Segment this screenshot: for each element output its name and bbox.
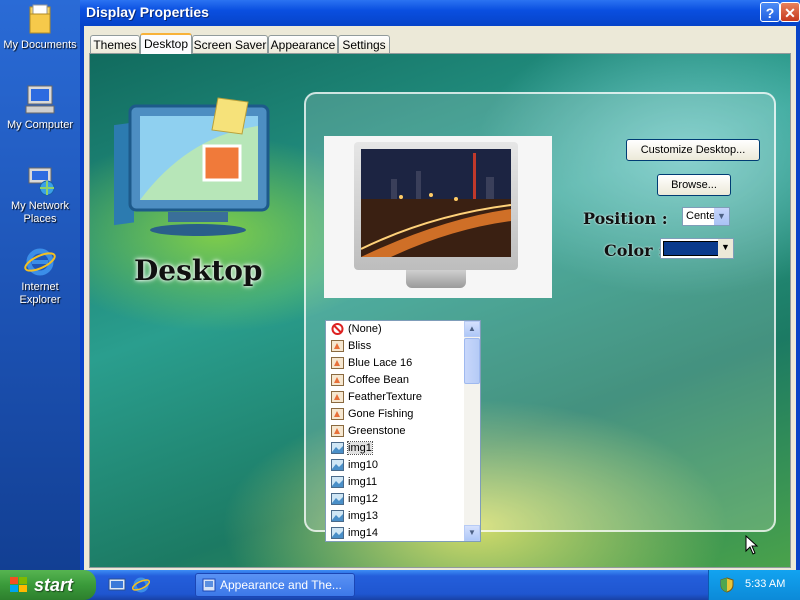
background-list-item-label: Greenstone [348, 425, 406, 437]
mouse-cursor-icon [745, 535, 759, 555]
position-select[interactable]: Center ▼ [682, 207, 730, 226]
background-list-item[interactable]: FeatherTexture [326, 389, 480, 406]
none-icon [331, 323, 344, 335]
desktop-icon-my-computer[interactable]: My Computer [0, 84, 80, 132]
close-button[interactable]: ✕ [780, 2, 800, 22]
hero-label: Desktop [134, 254, 263, 287]
background-list-item-label: (None) [348, 323, 382, 335]
background-list-item-label: FeatherTexture [348, 391, 422, 403]
window-title: Display Properties [86, 4, 209, 20]
background-list-item-label: Gone Fishing [348, 408, 414, 420]
picture-icon [331, 459, 344, 471]
background-list-item[interactable]: img11 [326, 474, 480, 491]
picture-icon [331, 527, 344, 539]
start-button[interactable]: start [0, 570, 96, 600]
tab-themes[interactable]: Themes [90, 35, 140, 53]
taskbar-button-label: Appearance and The... [220, 578, 342, 592]
control-panel-icon [202, 578, 216, 592]
tab-desktop[interactable]: Desktop [140, 33, 192, 54]
background-list-item[interactable]: img13 [326, 508, 480, 525]
picture-icon [331, 493, 344, 505]
ie-quick-launch-icon[interactable] [132, 576, 150, 594]
browse-button[interactable]: Browse... [657, 174, 731, 196]
desktop-icon-my-documents[interactable]: My Documents [0, 4, 80, 52]
chevron-down-icon[interactable]: ▼ [714, 208, 729, 225]
clock: 5:33 AM [745, 578, 786, 590]
windows-logo-icon [10, 577, 27, 592]
picture-icon [331, 510, 344, 522]
color-label: Color : [604, 241, 665, 260]
desktop-icon-label: Internet Explorer [19, 281, 61, 306]
ie-icon [24, 248, 56, 276]
taskbar: start Appearance and The... 5:33 AM [0, 570, 800, 600]
scroll-up-button[interactable]: ▲ [464, 321, 480, 337]
background-list-item-label: img13 [348, 510, 378, 522]
tab-screen-saver[interactable]: Screen Saver [192, 35, 268, 53]
background-list-item[interactable]: img14 [326, 525, 480, 541]
background-list-item-label: img10 [348, 459, 378, 471]
background-list-item[interactable]: img12 [326, 491, 480, 508]
desktop-icon-internet-explorer[interactable]: Internet Explorer [0, 246, 80, 307]
customize-desktop-button[interactable]: Customize Desktop... [626, 139, 760, 161]
dialog-client: Themes Desktop Screen Saver Appearance S… [84, 26, 796, 570]
preview-screen [361, 149, 511, 257]
image-icon [331, 374, 344, 386]
wallpaper-preview [324, 136, 552, 298]
start-label: start [34, 575, 74, 595]
background-list-item[interactable]: Bliss [326, 338, 480, 355]
preview-monitor-stand [406, 270, 466, 288]
picture-icon [331, 476, 344, 488]
scroll-down-button[interactable]: ▼ [464, 525, 480, 541]
scroll-thumb[interactable] [464, 338, 480, 384]
background-list-item-label: img12 [348, 493, 378, 505]
desktop-icon-my-network-places[interactable]: My Network Places [0, 165, 80, 226]
background-list-item-label: img11 [348, 476, 378, 488]
background-list-item-label: img14 [348, 527, 378, 539]
list-scrollbar[interactable]: ▲ ▼ [464, 321, 480, 541]
tab-appearance[interactable]: Appearance [268, 35, 338, 53]
background-list-item[interactable]: Coffee Bean [326, 372, 480, 389]
background-list-item[interactable]: Greenstone [326, 423, 480, 440]
background-list-item-label: img1 [347, 441, 373, 455]
desktop-monitor-icon [114, 97, 270, 236]
desktop-icon-label: My Documents [3, 39, 77, 51]
position-label: Position : [583, 209, 668, 228]
system-tray: 5:33 AM [708, 570, 800, 600]
color-swatch [663, 241, 719, 256]
background-list[interactable]: (None) Bliss Blue Lace 16 Coffee Bean Feathe… [325, 320, 481, 542]
background-list-item-label: Bliss [348, 340, 372, 352]
image-icon [331, 340, 344, 352]
preview-monitor [354, 142, 518, 270]
network-icon [28, 167, 55, 196]
title-bar[interactable]: Display Properties ? ✕ [80, 0, 800, 26]
desktop-icon-label: My Computer [6, 119, 74, 131]
background-list-item[interactable]: img10 [326, 457, 480, 474]
background-list-item[interactable]: Blue Lace 16 [326, 355, 480, 372]
image-icon [331, 425, 344, 437]
folder-icon [29, 4, 51, 34]
color-picker[interactable]: ▼ [660, 238, 734, 259]
background-list-item[interactable]: img1 [326, 440, 480, 457]
tab-settings[interactable]: Settings [338, 35, 390, 53]
chevron-down-icon[interactable]: ▼ [718, 239, 733, 258]
security-shield-icon[interactable] [719, 577, 735, 593]
background-list-item[interactable]: (None) [326, 321, 480, 338]
background-list-item[interactable]: Gone Fishing [326, 406, 480, 423]
background-list-item-label: Blue Lace 16 [348, 357, 413, 369]
background-list-item-label: Coffee Bean [348, 374, 409, 386]
help-button[interactable]: ? [760, 2, 780, 22]
image-icon [331, 391, 344, 403]
show-desktop-icon[interactable] [108, 576, 126, 594]
image-icon [331, 408, 344, 420]
desktop-icon-strip: My Documents My Computer My Network Plac… [0, 0, 80, 570]
display-properties-window: Display Properties ? ✕ Themes Desktop Sc… [80, 0, 800, 570]
desktop-tab-panel: Desktop Customize Desktop... Browse... P… [89, 53, 791, 568]
image-icon [331, 357, 344, 369]
computer-icon [25, 85, 55, 114]
preview-wallpaper-image [361, 149, 511, 257]
desktop-icon-label: My Network Places [10, 200, 70, 225]
taskbar-button-appearance[interactable]: Appearance and The... [195, 573, 355, 597]
picture-icon [331, 442, 344, 454]
